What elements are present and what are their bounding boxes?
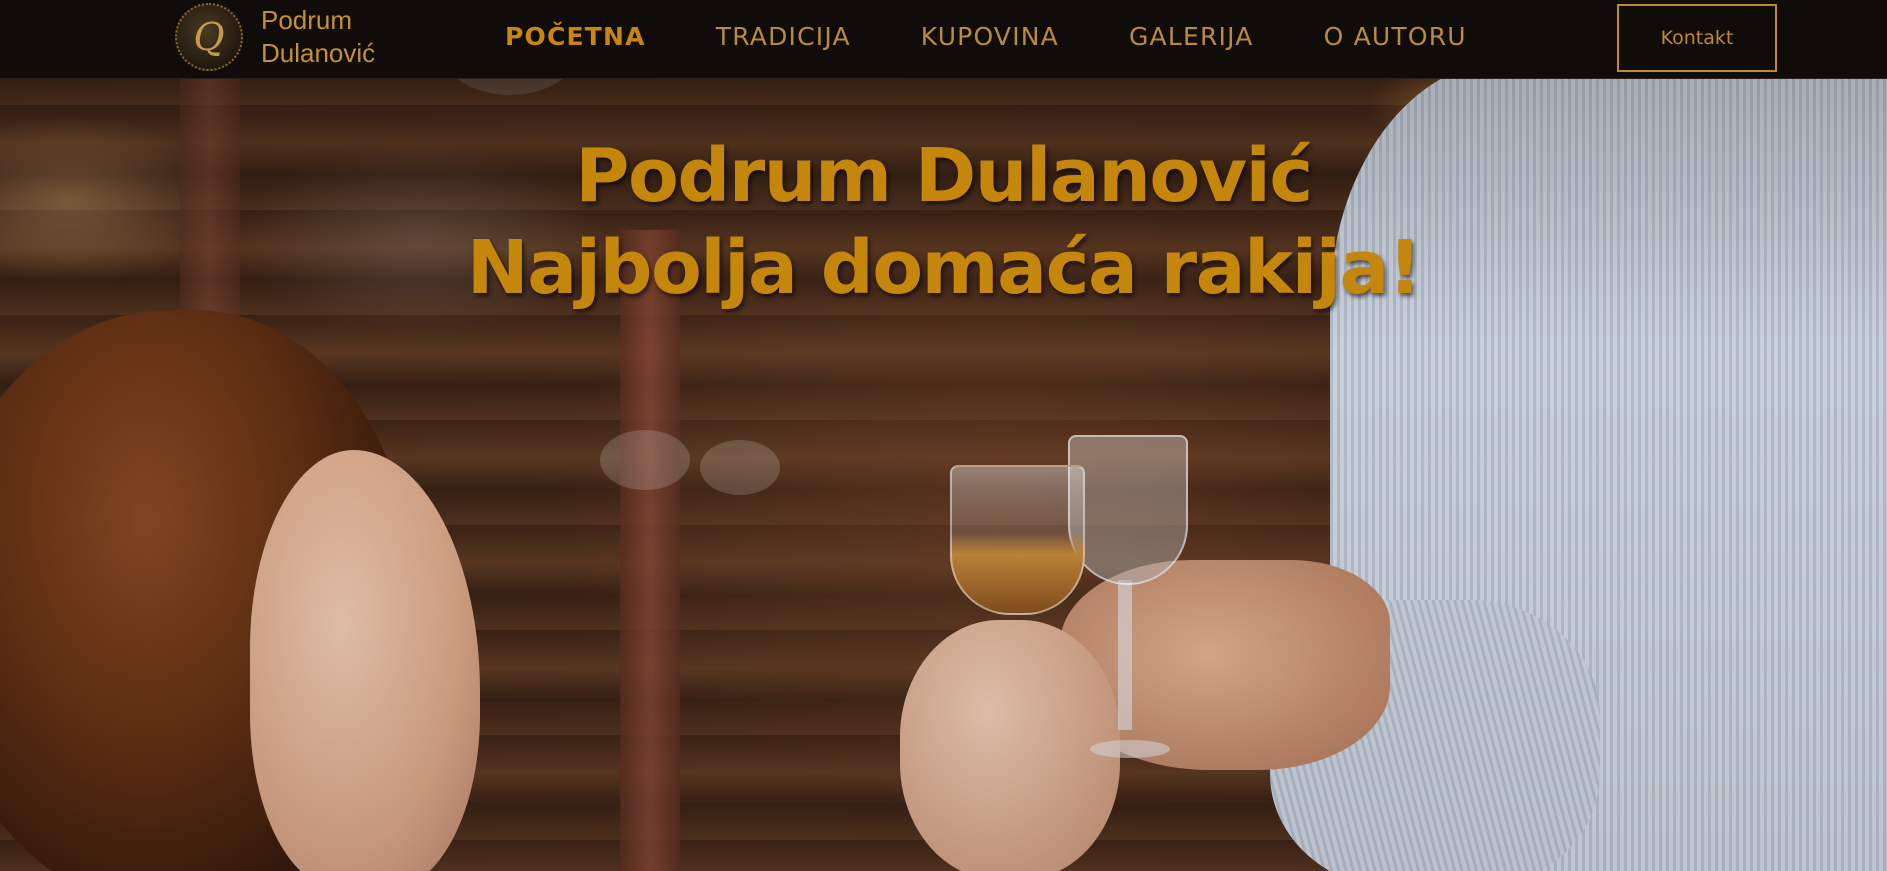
contact-button[interactable]: Kontakt	[1617, 4, 1777, 72]
hero-title-line2: Najbolja domaća rakija!	[466, 225, 1422, 311]
brand-logo[interactable]: Q	[175, 3, 243, 71]
nav-item-tradicija[interactable]: TRADICIJA	[716, 22, 851, 51]
top-navbar: Q Podrum Dulanović POČETNA TRADICIJA KUP…	[0, 0, 1887, 79]
nav-item-pocetna[interactable]: POČETNA	[505, 22, 646, 51]
hero-title: Podrum Dulanović Najbolja domaća rakija!	[0, 130, 1887, 314]
woman-hair	[0, 310, 410, 871]
nav-item-galerija[interactable]: GALERIJA	[1129, 22, 1254, 51]
background-pillar	[620, 230, 680, 871]
brand-name-line1: Podrum	[261, 5, 353, 35]
glass-foot	[1090, 740, 1170, 758]
man-sleeve	[1270, 600, 1600, 871]
brand-name-line2: Dulanović	[261, 38, 376, 68]
hero-title-line1: Podrum Dulanović	[575, 133, 1313, 219]
man-hand	[1060, 560, 1390, 770]
woman-hand	[900, 620, 1120, 871]
clear-rakija-glass	[1068, 435, 1188, 585]
woman-face	[250, 450, 480, 871]
brand-name[interactable]: Podrum Dulanović	[261, 4, 375, 70]
bokeh-light	[600, 430, 690, 490]
main-navigation: POČETNA TRADICIJA KUPOVINA GALERIJA O AU…	[505, 0, 1537, 72]
nav-item-o-autoru[interactable]: O AUTORU	[1324, 22, 1467, 51]
amber-rakija-glass	[950, 465, 1085, 615]
logo-monogram: Q	[193, 15, 225, 59]
bokeh-light	[700, 440, 780, 495]
glass-stem	[1118, 580, 1132, 730]
nav-item-kupovina[interactable]: KUPOVINA	[921, 22, 1059, 51]
